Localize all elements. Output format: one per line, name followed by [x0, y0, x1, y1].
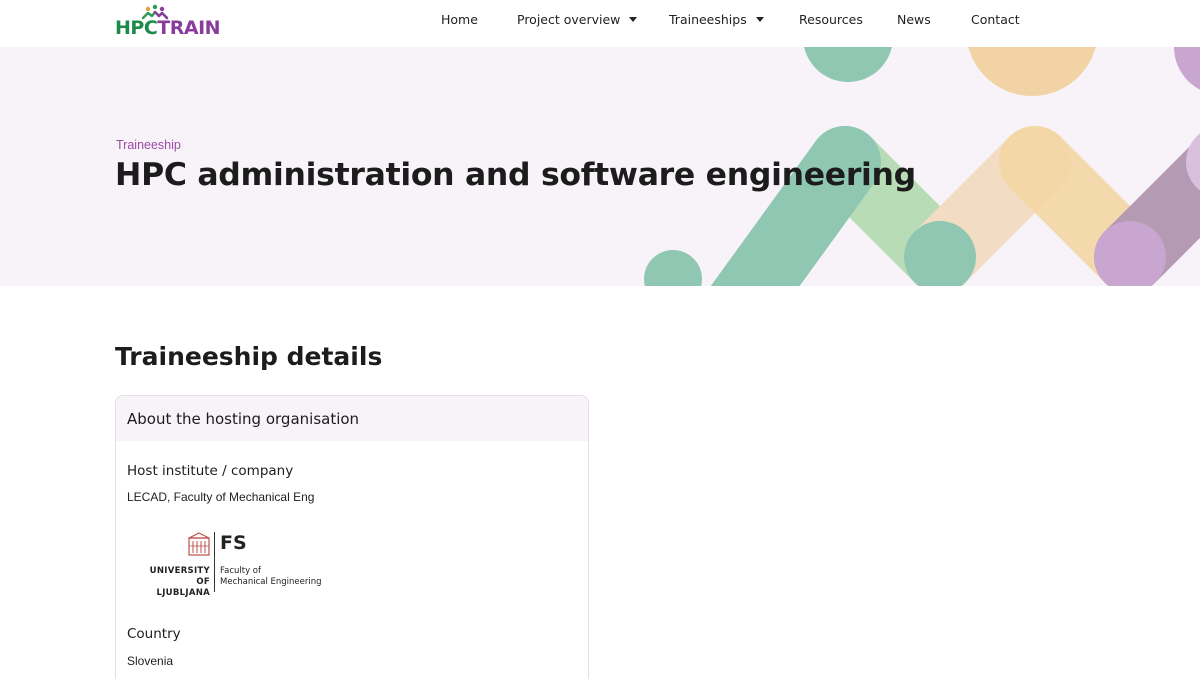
university-line2: OF LJUBLJANA — [156, 577, 210, 598]
logo-hpc: HPC — [115, 17, 158, 39]
nav-contact[interactable]: Contact — [971, 12, 1020, 27]
nav-traineeships-label: Traineeships — [669, 12, 747, 27]
page-title: HPC administration and software engineer… — [115, 157, 916, 193]
university-line1: UNIVERSITY — [149, 566, 210, 576]
section-title: Traineeship details — [115, 342, 383, 371]
nav-project-overview[interactable]: Project overview — [517, 12, 638, 27]
logo-divider — [214, 532, 215, 592]
nav-home-label: Home — [441, 12, 478, 27]
nav-project-overview-label: Project overview — [517, 12, 621, 27]
country-value: Slovenia — [127, 654, 174, 668]
host-label: Host institute / company — [127, 463, 294, 479]
host-logo: UNIVERSITY OF LJUBLJANA FS Faculty of Me… — [142, 530, 322, 598]
nav-home[interactable]: Home — [441, 12, 478, 27]
chevron-down-icon — [629, 17, 638, 22]
logo-train: TRAIN — [157, 17, 221, 39]
faculty-abbr: FS — [220, 532, 247, 554]
chevron-down-icon — [755, 17, 764, 22]
hpctrain-logo[interactable]: HPCTRAIN — [115, 4, 225, 40]
nav-news[interactable]: News — [897, 12, 931, 27]
card-title: About the hosting organisation — [116, 396, 588, 441]
nav-resources-label: Resources — [799, 12, 863, 27]
logo-wordmark: HPCTRAIN — [115, 17, 221, 39]
country-label: Country — [127, 626, 181, 642]
hero-banner: Traineeship HPC administration and softw… — [0, 47, 1200, 286]
site-header: HPCTRAIN Home Project overview Traineesh… — [0, 0, 1200, 47]
faculty-line1: Faculty of — [220, 566, 261, 576]
hero-eyebrow: Traineeship — [116, 138, 181, 152]
hosting-organisation-card: About the hosting organisation Host inst… — [115, 395, 589, 679]
host-value: LECAD, Faculty of Mechanical Eng — [127, 490, 315, 504]
nav-resources[interactable]: Resources — [799, 12, 863, 27]
faculty-name: Faculty of Mechanical Engineering — [220, 566, 322, 588]
faculty-line2: Mechanical Engineering — [220, 577, 322, 587]
university-building-icon — [188, 532, 210, 556]
university-name: UNIVERSITY OF LJUBLJANA — [142, 566, 210, 599]
nav-contact-label: Contact — [971, 12, 1020, 27]
nav-news-label: News — [897, 12, 931, 27]
nav-traineeships[interactable]: Traineeships — [669, 12, 764, 27]
